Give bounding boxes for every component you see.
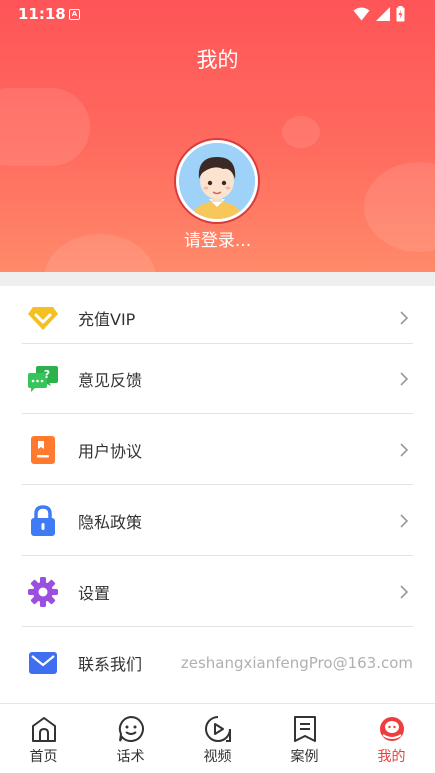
document-icon: [290, 714, 320, 744]
tab-label: 视频: [203, 749, 232, 765]
agreement-book-icon: [26, 433, 60, 467]
mail-icon: [26, 646, 60, 680]
battery-icon: [396, 6, 405, 22]
profile-screen: 11:18 A 我的 请登录... 充值VIP ? 意见反馈 用户协议 隐私政策…: [0, 0, 435, 773]
section-divider: [0, 272, 435, 286]
menu-item-label: 设置: [78, 583, 111, 603]
lock-icon: [26, 504, 60, 538]
menu-item-contact-us[interactable]: 联系我们 zeshangxianfengPro@163.com: [22, 628, 413, 698]
svg-text:?: ?: [44, 368, 50, 381]
menu-item-label: 充值VIP: [78, 309, 136, 329]
chevron-right-icon: [400, 584, 409, 599]
tab-cases[interactable]: 案例: [261, 704, 348, 773]
decor-bubble: [0, 88, 90, 166]
diamond-icon: [26, 301, 60, 335]
tab-home[interactable]: 首页: [0, 704, 87, 773]
wifi-icon: [353, 7, 370, 21]
menu-item-label: 隐私政策: [78, 512, 143, 532]
chevron-right-icon: [400, 513, 409, 528]
chevron-right-icon: [400, 371, 409, 386]
tab-mine[interactable]: 我的: [348, 704, 435, 773]
tab-label: 话术: [116, 749, 145, 765]
menu-item-user-agreement[interactable]: 用户协议: [22, 415, 413, 485]
menu-item-privacy-policy[interactable]: 隐私政策: [22, 486, 413, 556]
menu-item-label: 用户协议: [78, 441, 143, 461]
notification-badge: A: [69, 9, 80, 20]
tab-video[interactable]: 视频: [174, 704, 261, 773]
play-icon: [203, 714, 233, 744]
tab-scripts[interactable]: 话术: [87, 704, 174, 773]
feedback-chat-icon: ?: [26, 362, 60, 396]
avatar[interactable]: [174, 138, 260, 224]
login-prompt[interactable]: 请登录...: [0, 226, 435, 251]
profile-header: 11:18 A 我的 请登录...: [0, 0, 435, 272]
chevron-right-icon: [400, 442, 409, 457]
status-icons: [353, 6, 405, 22]
bottom-tab-bar: 首页 话术 视频 案例 我的: [0, 703, 435, 773]
menu-item-label: 意见反馈: [78, 370, 143, 390]
menu-item-label: 联系我们: [78, 655, 143, 674]
cellular-signal-icon: [376, 7, 390, 21]
contact-email[interactable]: zeshangxianfengPro@163.com: [181, 654, 413, 672]
decor-bubble: [282, 116, 320, 148]
menu-item-vip[interactable]: 充值VIP: [22, 292, 413, 344]
menu-item-feedback[interactable]: ? 意见反馈: [22, 344, 413, 414]
chevron-right-icon: [400, 310, 409, 325]
smile-icon: [116, 714, 146, 744]
page-title: 我的: [196, 48, 239, 72]
home-icon: [29, 714, 59, 744]
tab-label: 首页: [29, 749, 58, 765]
status-bar: 11:18 A: [0, 0, 435, 30]
profile-icon: [377, 714, 407, 744]
avatar-image: [179, 143, 255, 219]
tab-label: 我的: [377, 749, 406, 765]
user-avatar-icon: [179, 143, 255, 219]
menu-item-settings[interactable]: 设置: [22, 557, 413, 627]
status-time: 11:18: [18, 5, 66, 23]
gear-icon: [26, 575, 60, 609]
tab-label: 案例: [290, 749, 319, 765]
